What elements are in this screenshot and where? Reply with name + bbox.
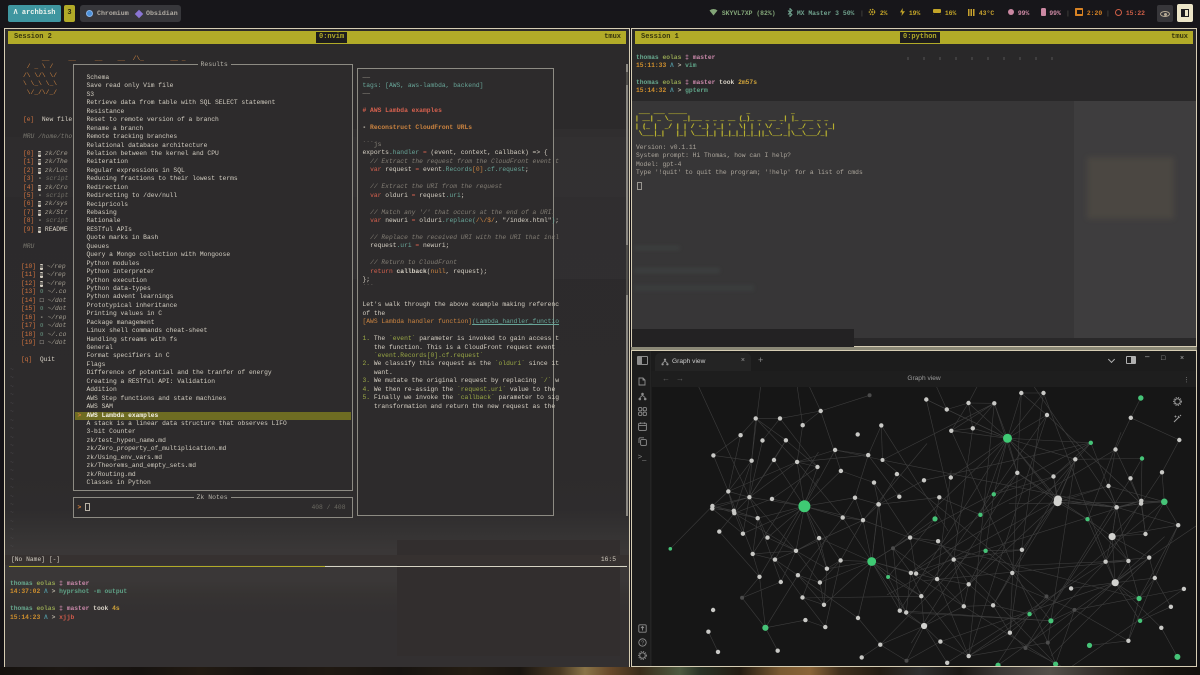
svg-text:?: ?	[640, 640, 643, 646]
